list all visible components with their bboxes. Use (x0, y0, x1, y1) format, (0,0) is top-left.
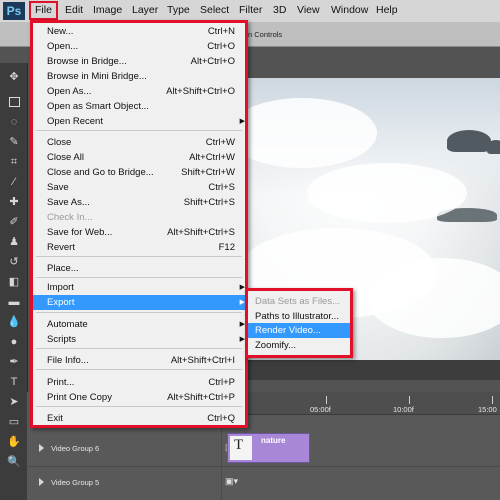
menu-item-automate[interactable]: Automate ▶ (47, 317, 245, 332)
file-highlight-box (29, 1, 58, 20)
ruler-label: 05:00f (310, 405, 331, 414)
menu-separator (36, 277, 242, 278)
type-tool-icon[interactable]: T (7, 376, 21, 389)
submenu-item-zoomify[interactable]: Zoomify... (255, 338, 351, 353)
menu-item-scripts[interactable]: Scripts ▶ (47, 332, 245, 347)
menu-separator (36, 369, 242, 370)
menu-type[interactable]: Type (167, 4, 190, 16)
menu-separator (36, 256, 242, 257)
mountain-peak (447, 130, 491, 152)
timeline-ruler[interactable]: 05:00f 10:00f 15:00 (247, 392, 500, 415)
menu-separator (36, 348, 242, 349)
ruler-label: 15:00 (478, 405, 497, 414)
file-menu: New... Ctrl+N Open... Ctrl+O Browse in Bri… (30, 20, 248, 428)
menu-separator (36, 406, 242, 407)
film-icon[interactable]: ▣▾ (225, 476, 238, 487)
menu-filter[interactable]: Filter (239, 4, 262, 16)
options-controls-label[interactable]: n Controls (248, 30, 282, 39)
crop-tool-icon[interactable]: ⌗ (7, 156, 21, 169)
track-divider (27, 466, 500, 467)
submenu-item-data-sets: Data Sets as Files... (255, 296, 341, 307)
menu-item-file-info[interactable]: File Info... Alt+Shift+Ctrl+I (47, 353, 235, 368)
gradient-tool-icon[interactable]: ▬ (7, 296, 21, 309)
ruler-label: 10:00f (393, 405, 414, 414)
menu-edit[interactable]: Edit (65, 4, 83, 16)
timeline-clip[interactable]: T nature (227, 433, 310, 463)
menu-help[interactable]: Help (376, 4, 398, 16)
track-label: Video Group 6 (51, 444, 100, 453)
menu-layer[interactable]: Layer (132, 4, 158, 16)
cloud (367, 258, 500, 338)
eyedropper-tool-icon[interactable]: ⁄ (7, 176, 21, 189)
pen-tool-icon[interactable]: ✒ (7, 356, 21, 369)
menu-item-print-one-copy[interactable]: Print One Copy Alt+Shift+Ctrl+P (47, 390, 235, 405)
clone-stamp-tool-icon[interactable]: ♟ (7, 236, 21, 249)
healing-brush-tool-icon[interactable]: ✚ (7, 196, 21, 209)
quick-selection-tool-icon[interactable]: ✎ (7, 136, 21, 149)
menu-item-place[interactable]: Place... (47, 261, 235, 276)
submenu-arrow-icon: ▶ (239, 118, 245, 125)
menu-item-print[interactable]: Print... Ctrl+P (47, 375, 235, 390)
move-tool-icon[interactable]: ✥ (7, 71, 21, 84)
ruler-tick (326, 396, 327, 404)
ruler-tick (492, 396, 493, 404)
menu-item-open[interactable]: Open... Ctrl+O (47, 39, 235, 54)
menu-item-close[interactable]: Close Ctrl+W (47, 135, 235, 150)
eraser-tool-icon[interactable]: ◧ (7, 276, 21, 289)
canvas-bottom-strip (247, 360, 500, 380)
menu-item-revert[interactable]: Revert F12 (47, 240, 235, 255)
menu-item-open-smart-object[interactable]: Open as Smart Object... (47, 99, 235, 114)
clip-thumbnail: T (230, 436, 252, 460)
photoshop-logo: Ps (3, 2, 25, 20)
menu-item-save[interactable]: Save Ctrl+S (47, 180, 235, 195)
menu-item-new[interactable]: New... Ctrl+N (47, 24, 235, 39)
menu-separator (36, 312, 242, 313)
expand-arrow-icon[interactable] (39, 444, 44, 452)
menu-item-import[interactable]: Import ▶ (47, 280, 245, 295)
menu-view[interactable]: View (297, 4, 320, 16)
menu-item-check-in: Check In... (47, 212, 93, 223)
menu-item-close-go-bridge[interactable]: Close and Go to Bridge... Shift+Ctrl+W (47, 165, 235, 180)
menu-item-browse-mini-bridge[interactable]: Browse in Mini Bridge... (47, 69, 235, 84)
hand-tool-icon[interactable]: ✋ (7, 436, 21, 449)
menu-item-save-for-web[interactable]: Save for Web... Alt+Shift+Ctrl+S (47, 225, 235, 240)
menu-window[interactable]: Window (331, 4, 368, 16)
menu-separator (36, 130, 242, 131)
mountain-peak (487, 140, 500, 154)
menu-item-close-all[interactable]: Close All Alt+Ctrl+W (47, 150, 235, 165)
marquee-tool-icon[interactable] (9, 97, 20, 107)
menu-image[interactable]: Image (93, 4, 122, 16)
submenu-item-paths-to-illustrator[interactable]: Paths to Illustrator... (255, 309, 351, 324)
menu-select[interactable]: Select (200, 4, 229, 16)
menu-3d[interactable]: 3D (273, 4, 286, 16)
zoom-tool-icon[interactable]: 🔍 (7, 456, 21, 469)
dodge-tool-icon[interactable]: ● (7, 336, 21, 349)
expand-arrow-icon[interactable] (39, 478, 44, 486)
menu-item-open-recent[interactable]: Open Recent ▶ (47, 114, 245, 129)
tools-panel: ✥ ◌ ✎ ⌗ ⁄ ✚ ✐ ♟ ↺ ◧ ▬ 💧 ● ✒ T ➤ ▭ ✋ 🔍 (0, 63, 28, 500)
menu-item-browse-bridge[interactable]: Browse in Bridge... Alt+Ctrl+O (47, 54, 235, 69)
blur-tool-icon[interactable]: 💧 (7, 316, 21, 329)
cloud (227, 98, 377, 168)
brush-tool-icon[interactable]: ✐ (7, 216, 21, 229)
menu-item-exit[interactable]: Exit Ctrl+Q (47, 411, 235, 426)
history-brush-tool-icon[interactable]: ↺ (7, 256, 21, 269)
path-selection-tool-icon[interactable]: ➤ (7, 396, 21, 409)
menu-item-export[interactable]: Export ▶ (47, 295, 245, 310)
clip-name: nature (261, 436, 286, 445)
cloud (307, 163, 467, 223)
ruler-tick (409, 396, 410, 404)
menu-item-open-as[interactable]: Open As... Alt+Shift+Ctrl+O (47, 84, 235, 99)
submenu-item-render-video[interactable]: Render Video... (255, 323, 351, 338)
lasso-tool-icon[interactable]: ◌ (7, 116, 21, 129)
text-layer-icon: T (234, 437, 244, 453)
menu-item-save-as[interactable]: Save As... Shift+Ctrl+S (47, 195, 235, 210)
track-label: Video Group 5 (51, 478, 100, 487)
export-submenu: Data Sets as Files... Paths to Illustrat… (245, 288, 353, 358)
rectangle-tool-icon[interactable]: ▭ (7, 416, 21, 429)
